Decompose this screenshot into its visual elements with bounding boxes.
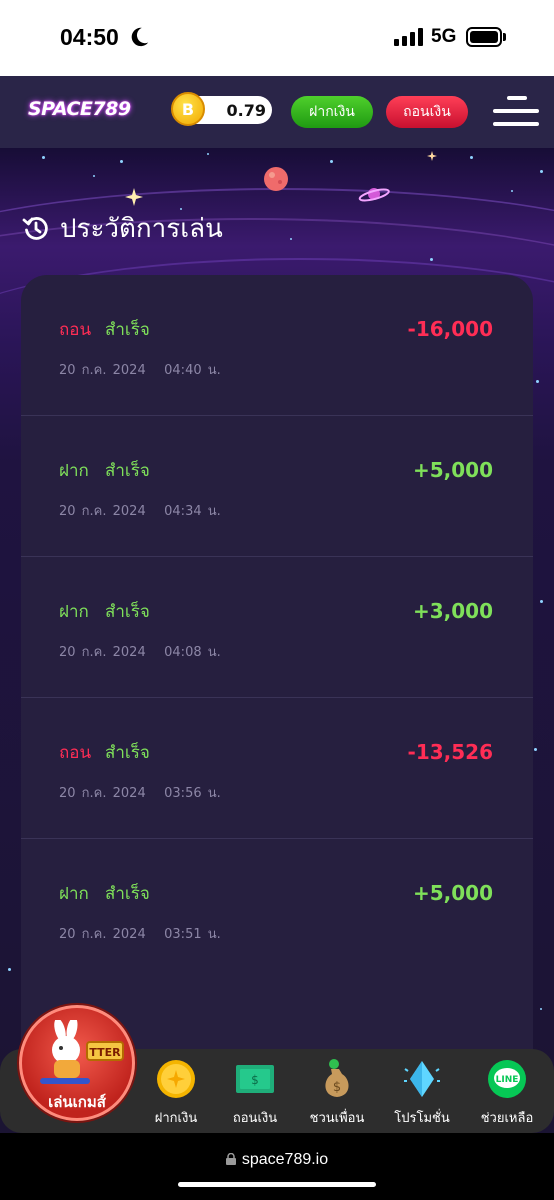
- history-list: ถอน สำเร็จ -16,000 20 ก.ค. 2024 04:40 น.…: [21, 275, 533, 1105]
- nav-label: ฝากเงิน: [154, 1111, 198, 1126]
- svg-text:$: $: [333, 1080, 341, 1095]
- transaction-time: 04:34 น.: [164, 504, 221, 519]
- play-game-button[interactable]: TTER เล่นเกมส์: [19, 1005, 135, 1121]
- clock: 04:50: [60, 24, 119, 50]
- banknote-icon: $: [235, 1059, 275, 1099]
- list-item[interactable]: ถอน สำเร็จ -16,000 20 ก.ค. 2024 04:40 น.: [21, 275, 533, 416]
- transaction-amount: +5,000: [412, 458, 493, 482]
- transaction-amount: +5,000: [412, 881, 493, 905]
- transaction-amount: -13,526: [407, 740, 493, 764]
- transaction-date: 20 ก.ค. 2024: [59, 786, 146, 801]
- ringed-planet-icon: [358, 188, 390, 202]
- transaction-status: สำเร็จ: [105, 320, 150, 340]
- transaction-time: 03:56 น.: [164, 786, 221, 801]
- play-game-label: เล่นเกมส์: [48, 1093, 106, 1111]
- svg-text:LINE: LINE: [496, 1075, 519, 1085]
- transaction-status: สำเร็จ: [105, 743, 150, 763]
- svg-text:$: $: [251, 1073, 259, 1087]
- transaction-date: 20 ก.ค. 2024: [59, 927, 146, 942]
- moon-icon: [131, 27, 149, 47]
- nav-label: โปรโมชั่น: [394, 1111, 450, 1126]
- network-type: 5G: [431, 26, 457, 47]
- nav-label: ช่วยเหลือ: [480, 1111, 534, 1126]
- top-header: SPACE789 B 0.79 ฝากเงิน ถอนเงิน: [0, 76, 554, 148]
- site-logo[interactable]: SPACE789: [28, 98, 131, 120]
- transaction-status: สำเร็จ: [105, 602, 150, 622]
- lock-icon: [225, 1153, 236, 1165]
- status-bar: 04:50 5G: [0, 0, 554, 76]
- nav-deposit[interactable]: ฝากเงิน: [135, 1049, 217, 1133]
- list-item[interactable]: ฝาก สำเร็จ +3,000 20 ก.ค. 2024 04:08 น.: [21, 557, 533, 698]
- transaction-status: สำเร็จ: [105, 884, 150, 904]
- nav-withdraw[interactable]: $ ถอนเงิน: [214, 1049, 296, 1133]
- transaction-amount: +3,000: [412, 599, 493, 623]
- line-chat-icon: LINE: [487, 1059, 527, 1099]
- transaction-type: ฝาก: [59, 884, 89, 904]
- list-item[interactable]: ฝาก สำเร็จ +5,000 20 ก.ค. 2024 03:51 น.: [21, 839, 533, 980]
- transaction-date: 20 ก.ค. 2024: [59, 363, 146, 378]
- transaction-date: 20 ก.ค. 2024: [59, 645, 146, 660]
- sparkle-icon: [125, 188, 143, 206]
- planet-icon: [264, 167, 288, 191]
- transaction-amount: -16,000: [407, 317, 493, 341]
- transaction-type: ถอน: [59, 320, 92, 340]
- list-item[interactable]: ถอน สำเร็จ -13,526 20 ก.ค. 2024 03:56 น.: [21, 698, 533, 839]
- transaction-type: ฝาก: [59, 461, 89, 481]
- history-icon: [22, 217, 48, 240]
- transaction-date: 20 ก.ค. 2024: [59, 504, 146, 519]
- deposit-button[interactable]: ฝากเงิน: [291, 96, 373, 128]
- nav-label: ถอนเงิน: [232, 1111, 278, 1126]
- nav-invite-friends[interactable]: $ ชวนเพื่อน: [296, 1049, 378, 1133]
- transaction-time: 04:40 น.: [164, 363, 221, 378]
- home-indicator[interactable]: [178, 1182, 376, 1187]
- nav-promotions[interactable]: โปรโมชั่น: [381, 1049, 463, 1133]
- hamburger-menu-icon[interactable]: [493, 96, 539, 128]
- nav-label: ชวนเพื่อน: [309, 1111, 365, 1126]
- transaction-type: ฝาก: [59, 602, 89, 622]
- transaction-time: 04:08 น.: [164, 645, 221, 660]
- diamond-icon: [402, 1059, 442, 1099]
- signal-icon: [394, 28, 423, 46]
- list-item[interactable]: ฝาก สำเร็จ +5,000 20 ก.ค. 2024 04:34 น.: [21, 416, 533, 557]
- svg-text:TTER: TTER: [89, 1046, 121, 1059]
- url-text: space789.io: [241, 1151, 329, 1168]
- withdraw-button[interactable]: ถอนเงิน: [386, 96, 468, 128]
- page-title: ประวัติการเล่น: [60, 214, 223, 244]
- money-bag-icon: $: [317, 1059, 357, 1099]
- transaction-type: ถอน: [59, 743, 92, 763]
- transaction-time: 03:51 น.: [164, 927, 221, 942]
- transaction-status: สำเร็จ: [105, 461, 150, 481]
- battery-icon: [466, 27, 502, 47]
- game-character-image: TTER: [40, 1020, 124, 1084]
- coin-icon: B: [171, 92, 205, 126]
- coin-icon: [156, 1059, 196, 1099]
- browser-address-bar[interactable]: space789.io: [0, 1133, 554, 1200]
- sparkle-icon: [427, 151, 437, 161]
- balance-value: 0.79: [226, 101, 266, 120]
- nav-help[interactable]: LINE ช่วยเหลือ: [466, 1049, 548, 1133]
